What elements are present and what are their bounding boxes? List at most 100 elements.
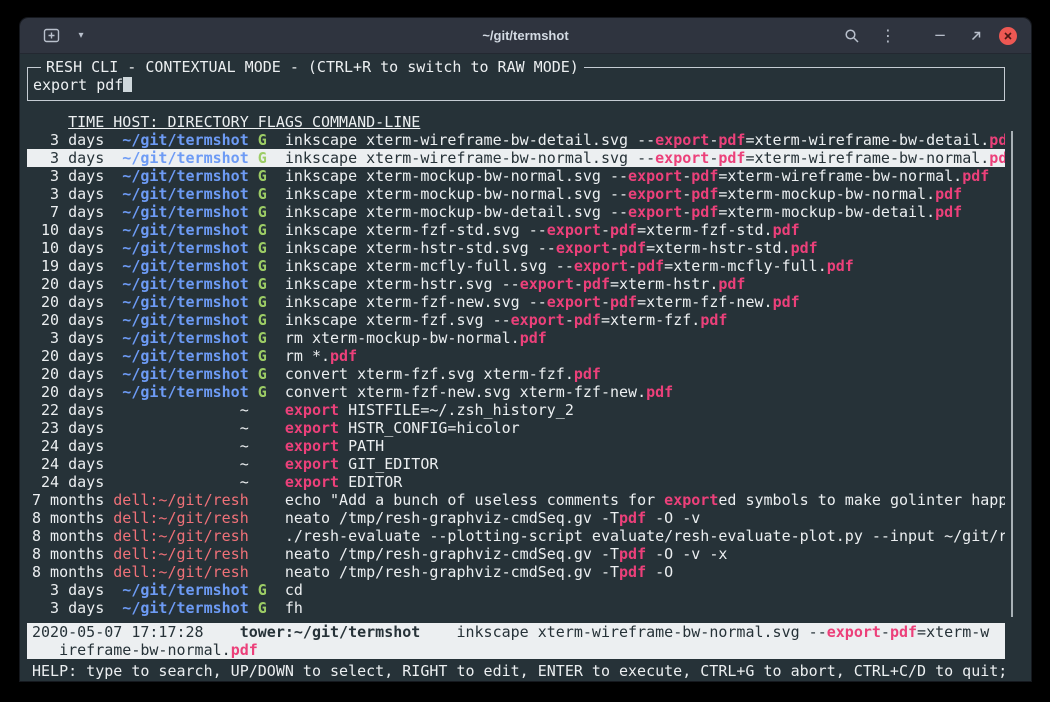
history-row[interactable]: 8 months dell:~/git/resh neato /tmp/resh…	[27, 509, 1005, 527]
history-row[interactable]: 3 days ~/git/termshot G cd	[27, 581, 1005, 599]
history-row[interactable]: 24 days ~ export PATH	[27, 437, 1005, 455]
list-header-labels: TIME HOST: DIRECTORY FLAGS COMMAND-LINE	[68, 113, 420, 131]
history-row[interactable]: 3 days ~/git/termshot G fh	[27, 599, 1005, 617]
minimize-button[interactable]: −	[927, 23, 953, 49]
row-flags	[258, 545, 267, 563]
chevron-down-icon: ▾	[78, 31, 83, 41]
command-text: -	[682, 203, 691, 221]
row-time: 24 days	[32, 437, 104, 455]
match-highlight: pdf	[791, 239, 818, 257]
command-text: -	[709, 149, 718, 167]
row-flags: G	[258, 293, 267, 311]
history-row[interactable]: 24 days ~ export EDITOR	[27, 473, 1005, 491]
row-command: inkscape xterm-mcfly-full.svg --export-p…	[285, 257, 854, 275]
list-header: TIME HOST: DIRECTORY FLAGS COMMAND-LINE	[27, 113, 1005, 131]
history-row[interactable]: 3 days ~/git/termshot G rm xterm-mockup-…	[27, 329, 1005, 347]
history-row[interactable]: 20 days ~/git/termshot G convert xterm-f…	[27, 365, 1005, 383]
command-text: -	[601, 293, 610, 311]
row-time: 10 days	[32, 221, 104, 239]
terminal[interactable]: RESH CLI - CONTEXTUAL MODE - (CTRL+R to …	[20, 54, 1031, 681]
row-flags: G	[258, 365, 267, 383]
list-header-indent	[32, 113, 68, 131]
row-time: 3 days	[32, 167, 104, 185]
history-row[interactable]: 24 days ~ export GIT_EDITOR	[27, 455, 1005, 473]
row-command: neato /tmp/resh-graphviz-cmdSeq.gv -Tpdf…	[285, 545, 728, 563]
command-text: neato /tmp/resh-graphviz-cmdSeq.gv -T	[285, 545, 619, 563]
row-command: inkscape xterm-wireframe-bw-normal.svg -…	[285, 149, 1005, 167]
row-host-directory: ~/git/termshot	[113, 257, 248, 275]
history-row[interactable]: 20 days ~/git/termshot G inkscape xterm-…	[27, 311, 1005, 329]
match-highlight: pdf	[574, 311, 601, 329]
history-list: TIME HOST: DIRECTORY FLAGS COMMAND-LINE …	[27, 113, 1005, 617]
row-flags: G	[258, 185, 267, 203]
row-flags: G	[258, 347, 267, 365]
command-text: -	[628, 257, 637, 275]
row-host-directory: ~	[113, 455, 248, 473]
row-time: 3 days	[32, 149, 104, 167]
history-row[interactable]: 19 days ~/git/termshot G inkscape xterm-…	[27, 257, 1005, 275]
close-icon	[1003, 31, 1013, 41]
match-highlight: pdf	[718, 131, 745, 149]
command-text: =xterm-mockup-bw-detail.	[718, 203, 935, 221]
match-highlight: pdf	[935, 185, 962, 203]
match-highlight: pdf	[330, 347, 357, 365]
match-highlight: export	[574, 257, 628, 275]
history-row[interactable]: 20 days ~/git/termshot G inkscape xterm-…	[27, 293, 1005, 311]
row-flags	[258, 509, 267, 527]
command-text: inkscape xterm-fzf-std.svg --	[285, 221, 547, 239]
history-row[interactable]: 8 months dell:~/git/resh neato /tmp/resh…	[27, 545, 1005, 563]
command-text: -	[601, 221, 610, 239]
restore-button[interactable]	[963, 23, 989, 49]
history-row[interactable]: 20 days ~/git/termshot G rm *.pdf	[27, 347, 1005, 365]
match-highlight: pdf	[827, 257, 854, 275]
row-host-directory: ~	[113, 437, 248, 455]
restore-icon	[968, 28, 984, 44]
row-host-directory: dell:~/git/resh	[113, 563, 248, 581]
history-row[interactable]: 22 days ~ export HISTFILE=~/.zsh_history…	[27, 401, 1005, 419]
history-row[interactable]: 3 days ~/git/termshot G inkscape xterm-w…	[27, 131, 1005, 149]
command-text: -	[682, 167, 691, 185]
history-row[interactable]: 20 days ~/git/termshot G convert xterm-f…	[27, 383, 1005, 401]
search-box[interactable]: RESH CLI - CONTEXTUAL MODE - (CTRL+R to …	[27, 67, 1005, 101]
row-host-directory: ~/git/termshot	[113, 293, 248, 311]
history-row[interactable]: 3 days ~/git/termshot G inkscape xterm-m…	[27, 185, 1005, 203]
row-command: export GIT_EDITOR	[285, 455, 439, 473]
row-flags	[258, 437, 267, 455]
status-text: ireframe-bw-normal.	[32, 641, 231, 659]
row-command: neato /tmp/resh-graphviz-cmdSeq.gv -Tpdf…	[285, 509, 700, 527]
row-command: inkscape xterm-fzf-new.svg --export-pdf=…	[285, 293, 800, 311]
match-highlight: pdf	[935, 203, 962, 221]
match-highlight: pdf	[718, 149, 745, 167]
row-command: fh	[285, 599, 303, 617]
history-row[interactable]: 7 days ~/git/termshot G inkscape xterm-m…	[27, 203, 1005, 221]
row-host-directory: ~/git/termshot	[113, 239, 248, 257]
status-text: 2020-05-07 17:17:28	[32, 623, 240, 641]
row-flags	[258, 563, 267, 581]
row-flags: G	[258, 275, 267, 293]
search-button[interactable]	[839, 23, 865, 49]
history-row[interactable]: 3 days ~/git/termshot G inkscape xterm-w…	[27, 149, 1005, 167]
match-highlight: pdf	[619, 563, 646, 581]
history-row[interactable]: 10 days ~/git/termshot G inkscape xterm-…	[27, 239, 1005, 257]
row-host-directory: ~	[113, 473, 248, 491]
scrollbar[interactable]	[1011, 131, 1013, 617]
history-row[interactable]: 8 months dell:~/git/resh neato /tmp/resh…	[27, 563, 1005, 581]
row-time: 19 days	[32, 257, 104, 275]
match-highlight: pdf	[691, 167, 718, 185]
row-host-directory: ~/git/termshot	[113, 221, 248, 239]
tab-dropdown-button[interactable]: ▾	[68, 23, 94, 49]
menu-button[interactable]: ⋮	[875, 23, 901, 49]
new-tab-button[interactable]	[38, 23, 64, 49]
history-row[interactable]: 3 days ~/git/termshot G inkscape xterm-m…	[27, 167, 1005, 185]
terminal-window: ▾ ~/git/termshot ⋮ −	[20, 18, 1031, 681]
row-host-directory: ~/git/termshot	[113, 365, 248, 383]
history-row[interactable]: 7 months dell:~/git/resh echo "Add a bun…	[27, 491, 1005, 509]
row-host-directory: ~/git/termshot	[113, 581, 248, 599]
history-row[interactable]: 10 days ~/git/termshot G inkscape xterm-…	[27, 221, 1005, 239]
titlebar[interactable]: ▾ ~/git/termshot ⋮ −	[20, 18, 1031, 54]
history-row[interactable]: 8 months dell:~/git/resh ./resh-evaluate…	[27, 527, 1005, 545]
history-row[interactable]: 20 days ~/git/termshot G inkscape xterm-…	[27, 275, 1005, 293]
row-time: 20 days	[32, 311, 104, 329]
history-row[interactable]: 23 days ~ export HSTR_CONFIG=hicolor	[27, 419, 1005, 437]
close-button[interactable]	[999, 27, 1017, 45]
